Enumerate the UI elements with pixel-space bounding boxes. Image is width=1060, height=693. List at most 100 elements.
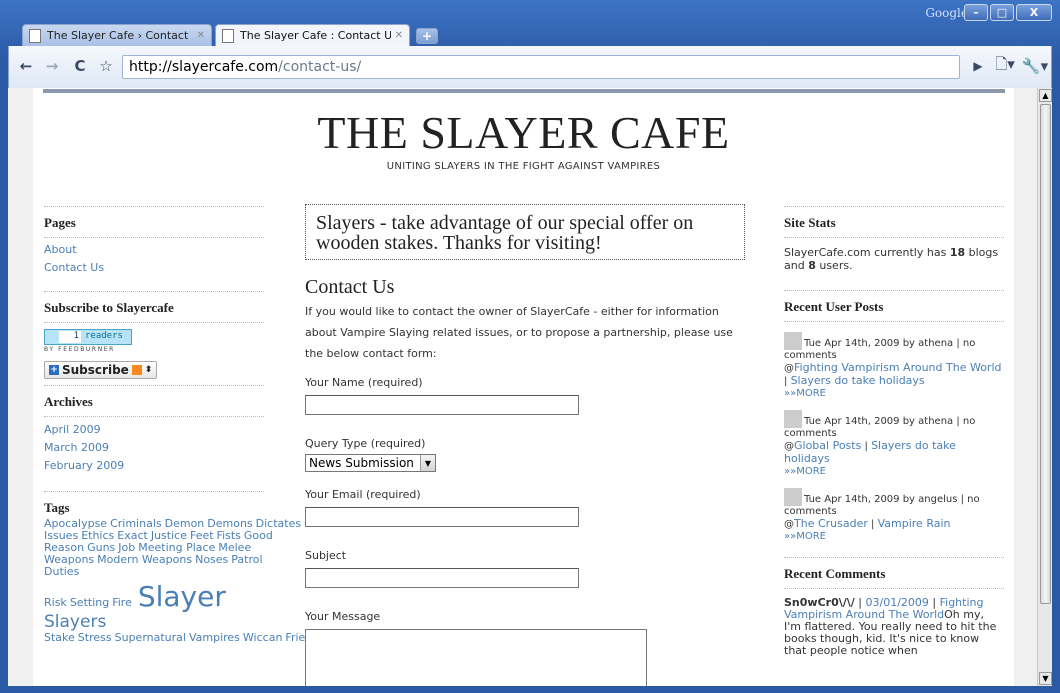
vertical-scrollbar[interactable]: ▲ ▼ — [1037, 88, 1052, 686]
reload-icon[interactable]: C — [69, 55, 91, 77]
page-icon — [222, 28, 234, 43]
archive-link-april[interactable]: April 2009 — [44, 421, 264, 439]
feedburner-credit: BY FEEDBURNER — [44, 346, 115, 353]
wrench-menu-icon[interactable]: 🔧▾ — [1021, 55, 1049, 77]
site-tagline: UNITING SLAYERS IN THE FIGHT AGAINST VAM… — [386, 161, 661, 172]
post-category-link[interactable]: Global Posts — [794, 439, 861, 452]
tag-link[interactable]: Fire — [112, 596, 132, 609]
go-icon[interactable]: ▶ — [967, 55, 989, 77]
subscribe-button[interactable]: + Subscribe ⬍ — [44, 361, 158, 379]
tag-link[interactable]: Risk — [44, 596, 67, 609]
tag-cloud: ApocalypseCriminalsDemonDemonsDictatesEt… — [44, 518, 341, 644]
name-field[interactable] — [305, 395, 579, 415]
rss-icon — [131, 365, 142, 375]
tag-link[interactable]: Slayer — [138, 580, 226, 613]
archive-link-february[interactable]: February 2009 — [44, 457, 264, 475]
post-category-link[interactable]: Fighting Vampirism Around The World — [794, 361, 1001, 374]
close-tab-icon[interactable]: ✕ — [395, 30, 403, 41]
post-meta: Tue Apr 14th, 2009 by athena | no commen… — [784, 338, 976, 361]
subscribe-heading: Subscribe to Slayercafe — [44, 291, 264, 323]
comment-item: Sn0wCr0\/\/ | 03/01/2009 | Fighting Vamp… — [784, 596, 997, 657]
tag-link[interactable]: Noses — [195, 553, 228, 566]
scroll-down-icon[interactable]: ▼ — [1039, 672, 1052, 685]
window-label: Google — [925, 6, 968, 20]
tab-contact-inactive[interactable]: The Slayer Cafe › Contact ... ✕ — [22, 24, 212, 46]
pages-heading: Pages — [44, 206, 264, 238]
tag-link[interactable]: Modern Weapons — [97, 553, 192, 566]
more-link[interactable]: »»MORE — [784, 466, 826, 477]
query-type-label: Query Type (required) — [305, 437, 426, 450]
scroll-thumb[interactable] — [1040, 104, 1051, 604]
email-label: Your Email (required) — [305, 488, 421, 501]
post-meta: Tue Apr 14th, 2009 by angelus | no comme… — [784, 494, 980, 517]
forward-icon[interactable]: → — [41, 55, 63, 77]
tab-contact-active[interactable]: The Slayer Cafe : Contact Us ✕ — [215, 24, 410, 46]
recent-posts-heading: Recent User Posts — [784, 290, 1004, 322]
left-sidebar: Pages About Contact Us Subscribe to Slay… — [44, 206, 341, 644]
tab-title: The Slayer Cafe › Contact ... — [47, 29, 193, 42]
close-tab-icon[interactable]: ✕ — [197, 30, 205, 41]
chevron-down-icon: ▼ — [419, 455, 435, 471]
page-icon — [29, 28, 41, 43]
post-meta: Tue Apr 14th, 2009 by athena | no commen… — [784, 416, 976, 439]
recent-post-item: Tue Apr 14th, 2009 by athena | no commen… — [784, 410, 1004, 478]
recent-post-item: Tue Apr 14th, 2009 by angelus | no comme… — [784, 488, 1004, 543]
right-sidebar: Site Stats SlayerCafe.com currently has … — [784, 206, 1004, 657]
avatar — [784, 332, 802, 350]
url-path: /contact-us/ — [278, 59, 362, 75]
recent-post-item: Tue Apr 14th, 2009 by athena | no commen… — [784, 332, 1004, 400]
query-type-select[interactable]: News Submission ▼ — [305, 454, 436, 472]
window-bottom-border — [8, 686, 1052, 693]
new-tab-button[interactable]: + — [416, 28, 438, 44]
scroll-up-icon[interactable]: ▲ — [1039, 89, 1052, 102]
page-link-about[interactable]: About — [44, 241, 264, 259]
contact-intro: If you would like to contact the owner o… — [305, 305, 733, 360]
tag-link[interactable]: Slayers — [44, 612, 106, 632]
close-window-button[interactable]: X — [1016, 4, 1052, 21]
site-stats-heading: Site Stats — [784, 206, 1004, 238]
tag-link[interactable]: Stake — [44, 631, 75, 644]
plus-icon: + — [49, 365, 59, 375]
browser-toolbar: ← → C ☆ http://slayercafe.com/contact-us… — [8, 46, 1052, 88]
tags-heading: Tags — [44, 491, 264, 518]
page-title: Contact Us — [305, 276, 395, 298]
page-viewport: THE SLAYER CAFE UNITING SLAYERS IN THE F… — [8, 88, 1037, 686]
post-title-link[interactable]: Vampire Rain — [878, 517, 951, 530]
archive-link-march[interactable]: March 2009 — [44, 439, 264, 457]
tag-link[interactable]: Vampires — [189, 631, 240, 644]
query-type-value: News Submission — [309, 456, 414, 470]
tag-link[interactable]: Setting — [70, 596, 109, 609]
back-icon[interactable]: ← — [15, 55, 37, 77]
site-title[interactable]: THE SLAYER CAFE — [33, 106, 1014, 159]
avatar — [784, 488, 802, 506]
message-label: Your Message — [305, 610, 381, 623]
maximize-button[interactable]: □ — [990, 4, 1014, 21]
email-field[interactable] — [305, 507, 579, 527]
bookmark-star-icon[interactable]: ☆ — [95, 55, 117, 77]
subject-field[interactable] — [305, 568, 579, 588]
page-link-contact[interactable]: Contact Us — [44, 259, 264, 277]
promo-box: Slayers - take advantage of our special … — [305, 204, 745, 260]
feed-count: 1 — [59, 331, 81, 343]
header-bar — [43, 89, 1005, 93]
tab-title: The Slayer Cafe : Contact Us — [240, 29, 391, 42]
address-bar[interactable]: http://slayercafe.com/contact-us/ — [122, 55, 960, 79]
window-controls: – □ X — [964, 4, 1052, 21]
page-menu-icon[interactable]: 🗋▾ — [991, 55, 1019, 77]
url-host: http://slayercafe.com — [129, 59, 279, 75]
feed-label: readers — [85, 331, 123, 341]
post-title-link[interactable]: Slayers do take holidays — [791, 374, 925, 387]
site-stats-text: SlayerCafe.com currently has 18 blogs an… — [784, 246, 999, 272]
tag-link[interactable]: Wiccan — [243, 631, 283, 644]
more-link[interactable]: »»MORE — [784, 388, 826, 399]
main-content: Slayers - take advantage of our special … — [305, 204, 745, 686]
tag-link[interactable]: Supernatural — [115, 631, 186, 644]
page-content: THE SLAYER CAFE UNITING SLAYERS IN THE F… — [33, 88, 1014, 686]
tag-link[interactable]: Stress — [78, 631, 112, 644]
message-field[interactable] — [305, 629, 647, 686]
post-category-link[interactable]: The Crusader — [794, 517, 868, 530]
more-link[interactable]: »»MORE — [784, 531, 826, 542]
feedburner-counter[interactable]: 1 readers — [44, 329, 132, 345]
dropdown-icon: ⬍ — [144, 365, 153, 375]
minimize-button[interactable]: – — [964, 4, 988, 21]
